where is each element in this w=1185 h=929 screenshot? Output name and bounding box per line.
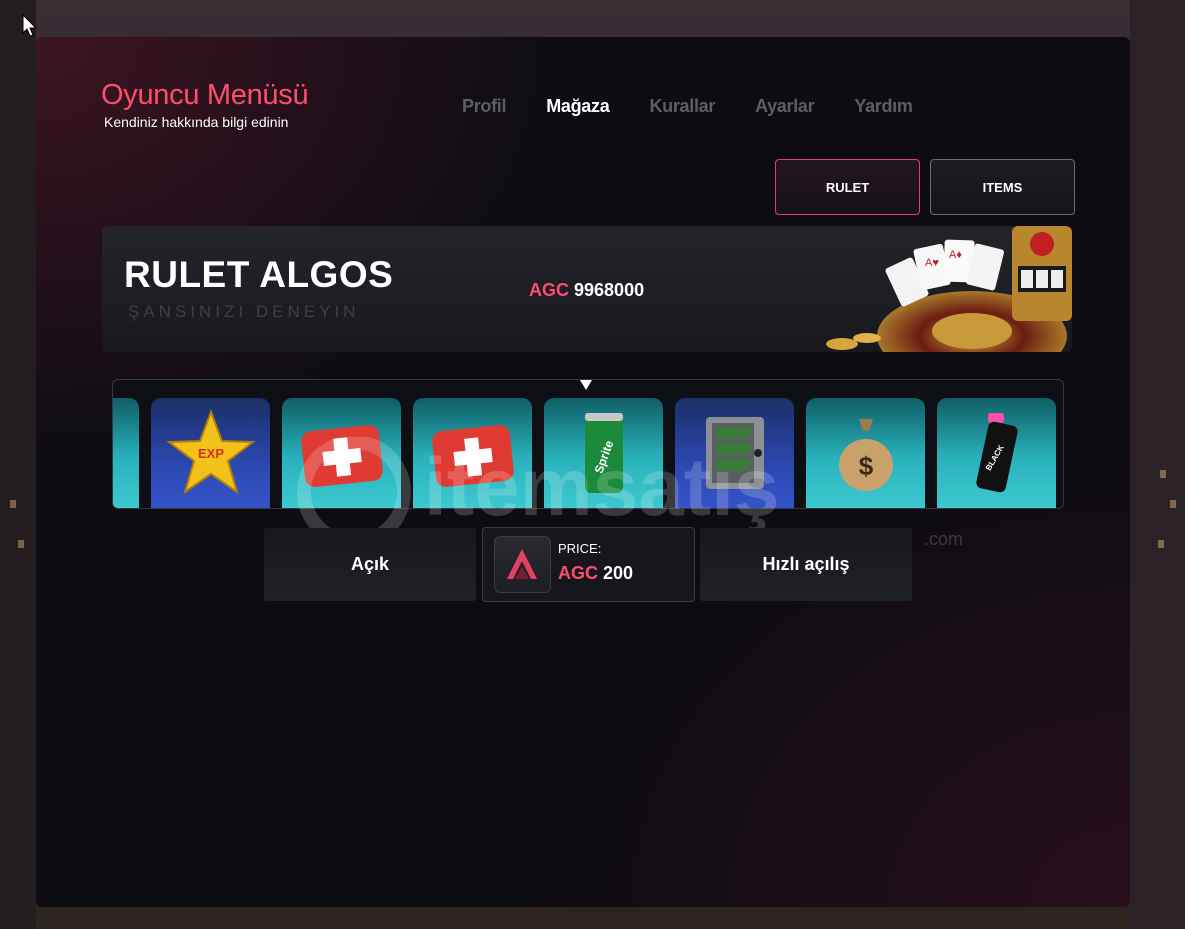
watermark-suffix: .com xyxy=(924,529,963,547)
tab-rulet-button[interactable]: RULET xyxy=(775,159,920,215)
soda-can-icon: Sprite xyxy=(584,413,623,493)
reel-pointer-icon xyxy=(580,380,592,390)
nav-item-magaza[interactable]: Mağaza xyxy=(546,96,610,117)
first-aid-kit-icon xyxy=(431,425,514,487)
price-label: PRICE: xyxy=(558,541,602,556)
player-menu-panel: Oyuncu Menüsü Kendiniz hakkında bilgi ed… xyxy=(36,37,1130,907)
balance-currency: AGC xyxy=(529,280,569,300)
reel-item-first-aid-kit xyxy=(282,398,401,508)
price-box: PRICE: AGC 200 xyxy=(482,527,695,602)
star-icon: EXP xyxy=(165,409,256,495)
background-window xyxy=(18,540,24,548)
casino-art-icon: A♥ A♦ xyxy=(826,226,1072,352)
menu-subtitle: Kendiniz hakkında bilgi edinin xyxy=(104,114,289,130)
banner-subtitle: ŞANSINIZI DENEYIN xyxy=(128,302,360,321)
background-building-left xyxy=(0,0,36,929)
tab-items-button[interactable]: ITEMS xyxy=(930,159,1075,215)
money-bag-icon: $ xyxy=(838,419,893,491)
spray-can-icon: BLACK xyxy=(975,413,1018,493)
background-building-right xyxy=(1130,0,1185,929)
banner-title: RULET ALGOS xyxy=(124,254,394,295)
balance-value: 9968000 xyxy=(574,280,645,300)
nav-item-profil[interactable]: Profil xyxy=(462,96,507,117)
main-nav: Profil Mağaza Kurallar Ayarlar Yardım xyxy=(462,96,953,117)
roulette-reel: EXP Sprite $ BLACK xyxy=(112,379,1064,509)
svg-text:A♦: A♦ xyxy=(949,249,962,261)
background-window xyxy=(10,500,16,508)
fast-open-button[interactable]: Hızlı açılış xyxy=(700,528,912,601)
price-value: AGC 200 xyxy=(558,563,633,584)
background-window xyxy=(1158,540,1164,548)
background-window xyxy=(1170,500,1176,508)
price-currency: AGC xyxy=(558,563,598,583)
reel-item-exp-star: EXP xyxy=(151,398,270,508)
reel-item-spray-can: BLACK xyxy=(937,398,1056,508)
reel-item-sprite-can: Sprite xyxy=(544,398,663,508)
nav-item-ayarlar[interactable]: Ayarlar xyxy=(755,96,815,117)
background-window xyxy=(1160,470,1166,478)
reel-item-money-bag: $ xyxy=(806,398,925,508)
svg-text:$: $ xyxy=(858,451,873,481)
svg-text:A♥: A♥ xyxy=(925,257,939,269)
roulette-banner: RULET ALGOS ŞANSINIZI DENEYIN AGC 996800… xyxy=(102,226,1072,352)
balance-display: AGC 9968000 xyxy=(529,280,644,301)
reel-item-partial xyxy=(113,398,139,508)
reel-item-first-aid-kit xyxy=(413,398,532,508)
first-aid-kit-icon xyxy=(300,425,383,487)
exp-label: EXP xyxy=(197,446,223,461)
reel-item-safe xyxy=(675,398,794,508)
safe-icon xyxy=(705,417,764,489)
open-button[interactable]: Açık xyxy=(264,528,476,601)
nav-item-yardim[interactable]: Yardım xyxy=(854,96,913,117)
algos-logo-icon xyxy=(494,536,551,593)
nav-item-kurallar[interactable]: Kurallar xyxy=(649,96,715,117)
price-amount: 200 xyxy=(603,563,634,583)
menu-title: Oyuncu Menüsü xyxy=(101,79,309,111)
